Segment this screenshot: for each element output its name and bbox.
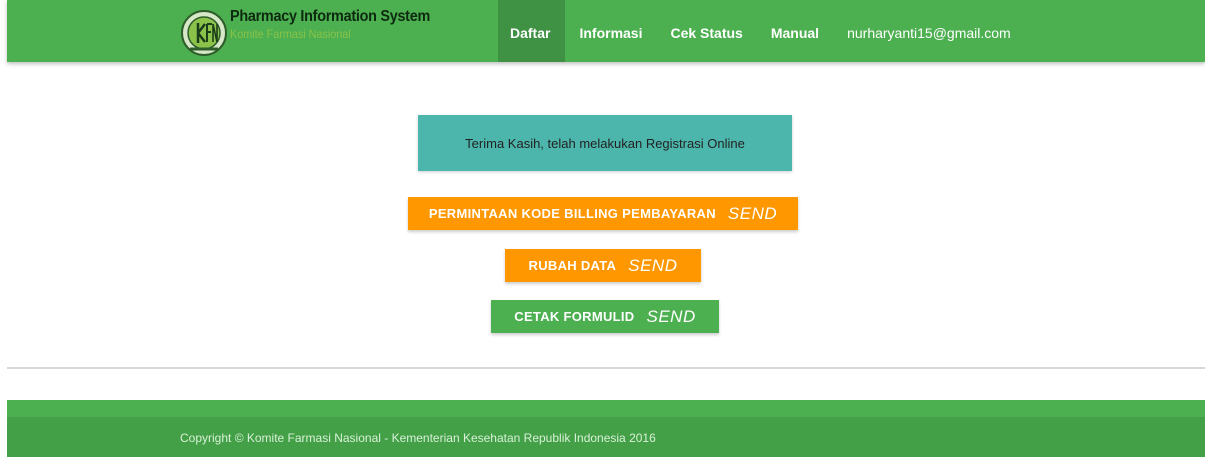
brand-title: Pharmacy Information System [230, 8, 430, 25]
kfn-logo-icon [181, 10, 227, 56]
top-navbar: Pharmacy Information System Komite Farma… [7, 0, 1205, 62]
edit-data-button[interactable]: RUBAH DATA SEND [505, 249, 701, 282]
button-label: CETAK FORMULID [514, 309, 635, 324]
button-label: PERMINTAAN KODE BILLING PEMBAYARAN [428, 206, 716, 221]
brand-subtitle: Komite Farmasi Nasional [230, 27, 351, 41]
billing-code-request-button[interactable]: PERMINTAAN KODE BILLING PEMBAYARAN SEND [408, 197, 798, 230]
button-send-suffix: SEND [727, 203, 778, 223]
content-divider [7, 367, 1205, 369]
footer: Copyright © Komite Farmasi Nasional - Ke… [7, 417, 1205, 457]
nav-menu: Daftar Informasi Cek Status Manual nurha… [498, 0, 1025, 62]
print-form-button[interactable]: CETAK FORMULID SEND [491, 300, 719, 333]
button-send-suffix: SEND [646, 306, 696, 326]
footer-top-band [7, 400, 1205, 417]
brand[interactable]: Pharmacy Information System Komite Farma… [180, 8, 452, 56]
nav-item-daftar[interactable]: Daftar [498, 0, 566, 62]
nav-item-manual[interactable]: Manual [757, 0, 833, 62]
success-alert: Terima Kasih, telah melakukan Registrasi… [418, 115, 792, 171]
nav-item-informasi[interactable]: Informasi [565, 0, 656, 62]
copyright-text: Copyright © Komite Farmasi Nasional - Ke… [180, 431, 656, 445]
alert-text: Terima Kasih, telah melakukan Registrasi… [465, 135, 745, 151]
nav-item-cek-status[interactable]: Cek Status [656, 0, 756, 62]
nav-item-user-email[interactable]: nurharyanti15@gmail.com [833, 0, 1025, 62]
button-label: RUBAH DATA [528, 258, 617, 273]
button-send-suffix: SEND [628, 255, 678, 275]
